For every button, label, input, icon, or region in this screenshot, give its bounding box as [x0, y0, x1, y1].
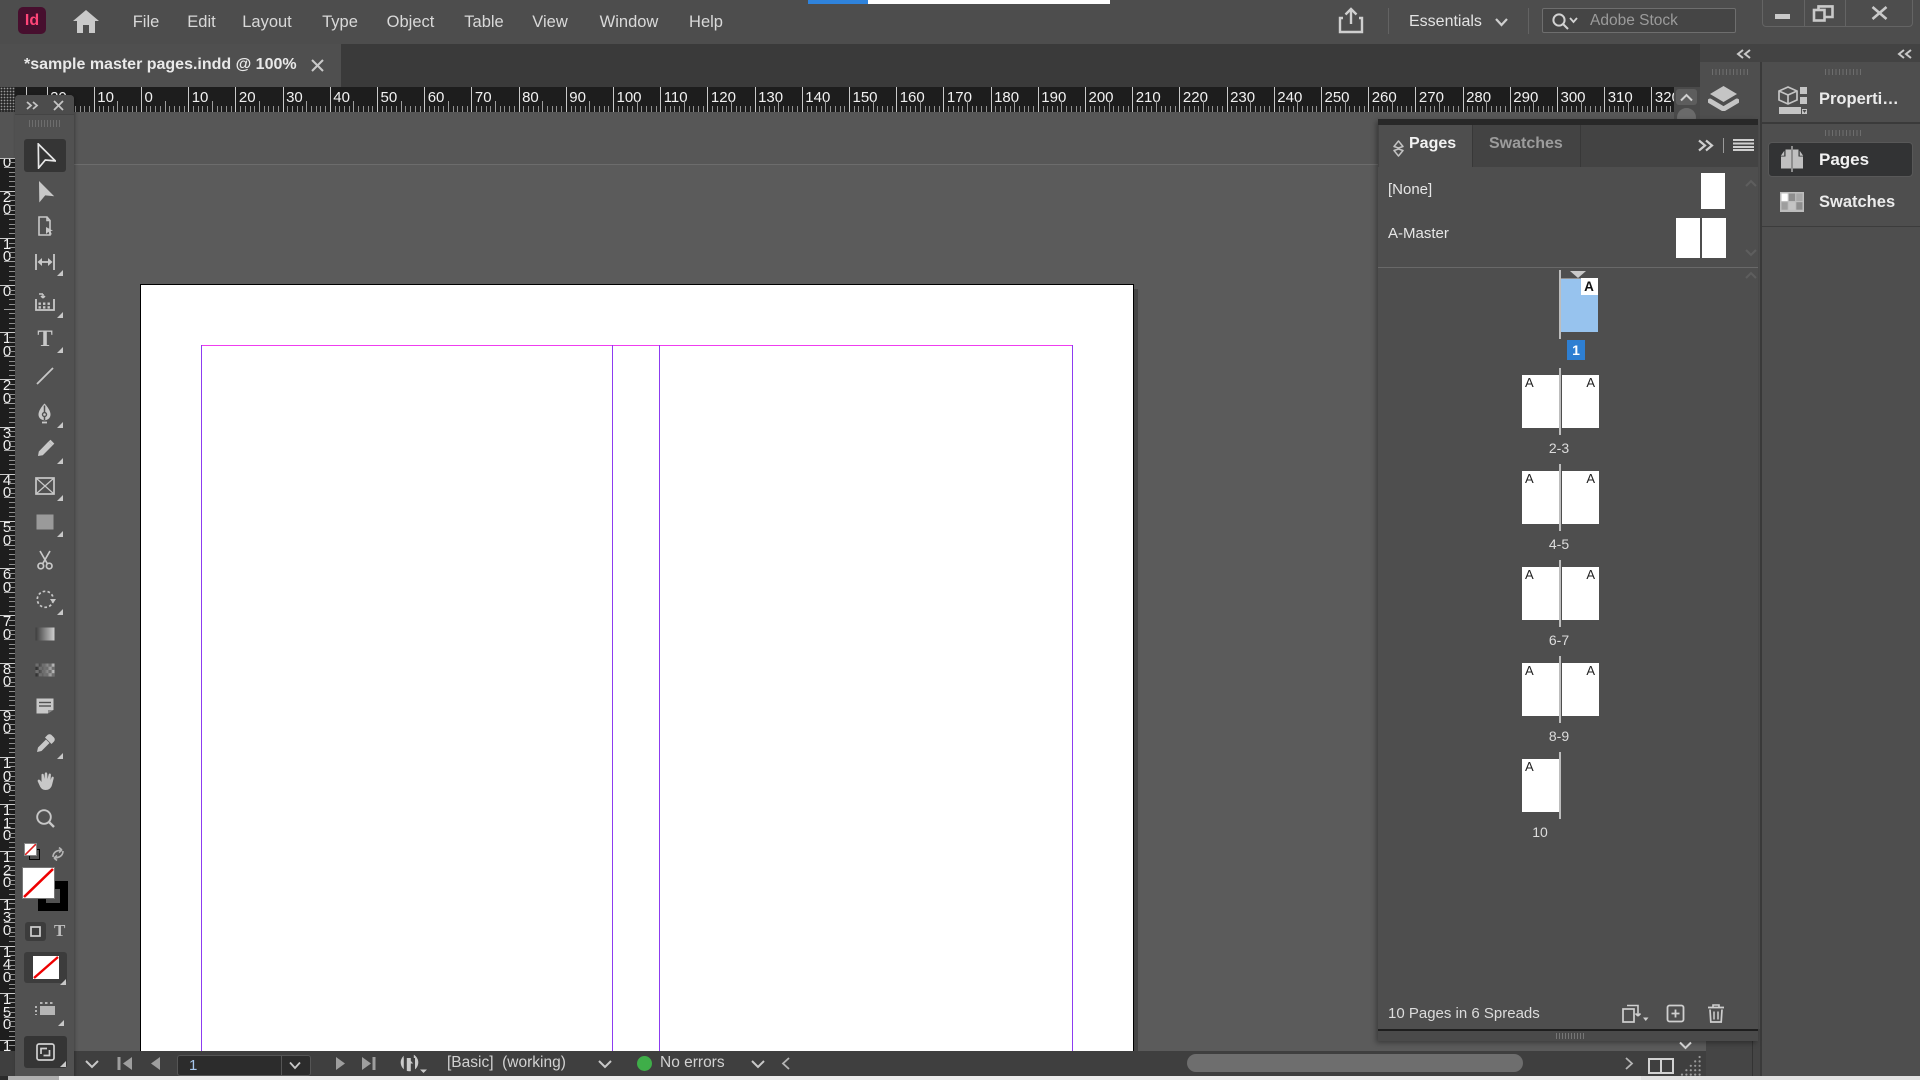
svg-text:T: T [37, 327, 52, 349]
